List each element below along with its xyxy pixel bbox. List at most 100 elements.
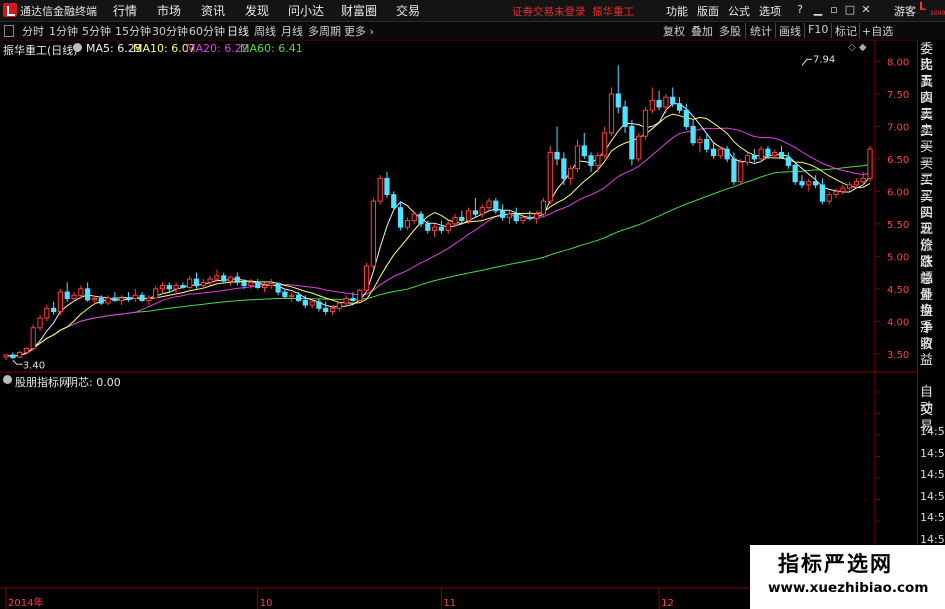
tool-overlay[interactable]: 叠加 bbox=[691, 23, 713, 39]
menu-item-news[interactable]: 资讯 bbox=[201, 2, 225, 19]
candle-body bbox=[527, 216, 533, 220]
candle bbox=[316, 298, 322, 312]
candle-body bbox=[98, 298, 104, 304]
tick-time: 14:56 bbox=[920, 532, 945, 546]
candle bbox=[350, 292, 356, 302]
low-marker-line bbox=[12, 359, 23, 365]
candle-body bbox=[853, 181, 860, 186]
price-tick-label: 6.00 bbox=[887, 187, 909, 198]
quote-label: 收益 bbox=[920, 337, 934, 369]
menu-item-assistant[interactable]: 问小达 bbox=[288, 2, 324, 19]
menu-item-layout[interactable]: 版面 bbox=[697, 3, 719, 19]
candle-body bbox=[391, 194, 397, 209]
period-intraday[interactable]: 分时 bbox=[22, 23, 44, 39]
period-more[interactable]: 更多 › bbox=[344, 23, 374, 39]
kline-chart[interactable]: 3.50 4.00 4.50 5.00 5.50 6.00 6.50 7.00 7.50 8.00… bbox=[0, 40, 917, 609]
candle bbox=[363, 262, 370, 293]
period-multi[interactable]: 多周期 bbox=[308, 23, 341, 39]
candle bbox=[840, 184, 846, 195]
price-tick-label: 6.50 bbox=[887, 155, 909, 166]
period-30min[interactable]: 30分钟 bbox=[152, 23, 188, 39]
candle-body bbox=[261, 285, 268, 289]
menu-item-market[interactable]: 行情 bbox=[113, 2, 137, 19]
indicator-settings-icon[interactable] bbox=[3, 375, 12, 384]
help-icon[interactable]: ? bbox=[794, 4, 806, 16]
maximize-icon[interactable]: □ bbox=[844, 4, 856, 16]
tool-stats[interactable]: 统计 bbox=[750, 23, 772, 39]
candle bbox=[724, 145, 730, 163]
candle-body bbox=[826, 194, 832, 202]
candle bbox=[493, 197, 499, 215]
tool-draw[interactable]: 画线 bbox=[779, 23, 801, 39]
ma60-label: MA60: 6.41 bbox=[240, 42, 303, 55]
candle-body bbox=[397, 207, 404, 228]
candle bbox=[792, 162, 798, 185]
candle-body bbox=[588, 155, 594, 166]
settings-icon[interactable] bbox=[73, 43, 82, 52]
tool-mark[interactable]: 标记 bbox=[835, 23, 857, 39]
candle-body bbox=[568, 168, 574, 179]
period-daily[interactable]: 日线 bbox=[227, 23, 249, 39]
low-price-label: 3.40 bbox=[23, 360, 45, 371]
candle-body bbox=[710, 148, 717, 157]
candle-body bbox=[445, 223, 451, 231]
candle bbox=[670, 87, 676, 107]
candle bbox=[500, 204, 506, 221]
candle-body bbox=[636, 135, 642, 160]
candle-body bbox=[187, 278, 193, 289]
minimize-icon[interactable]: ▁ bbox=[812, 4, 824, 16]
close-icon[interactable]: ✕ bbox=[860, 4, 872, 16]
tool-multi-stock[interactable]: 多股 bbox=[719, 23, 741, 39]
indicator-title: 股朋指标网 bbox=[15, 376, 70, 389]
panel-toggle-icon[interactable] bbox=[4, 25, 14, 37]
price-tick-label: 8.00 bbox=[887, 57, 909, 68]
candle bbox=[846, 181, 853, 192]
tool-add-watchlist[interactable]: +自选 bbox=[862, 23, 893, 39]
period-60min[interactable]: 60分钟 bbox=[189, 23, 225, 39]
period-1min[interactable]: 1分钟 bbox=[49, 23, 78, 39]
price-tick-label: 4.00 bbox=[887, 317, 909, 328]
chart-options-icon[interactable]: ◇ ◆ bbox=[848, 42, 867, 53]
candle bbox=[642, 106, 649, 140]
candle-body bbox=[241, 281, 247, 287]
login-notice[interactable]: 证券交易未登录 振华重工 bbox=[512, 4, 634, 19]
candle-body bbox=[778, 151, 785, 159]
candle bbox=[370, 197, 376, 270]
candle-body bbox=[91, 298, 98, 301]
candle-body bbox=[751, 155, 757, 160]
candle-body bbox=[302, 300, 308, 306]
candle-body bbox=[3, 354, 9, 358]
period-weekly[interactable]: 周线 bbox=[254, 23, 276, 39]
candle bbox=[44, 305, 50, 322]
menu-item-function[interactable]: 功能 bbox=[666, 3, 688, 19]
period-5min[interactable]: 5分钟 bbox=[82, 23, 111, 39]
price-axis: 3.50 4.00 4.50 5.00 5.50 6.00 6.50 7.00 7.50 8.00 bbox=[875, 57, 909, 361]
candle bbox=[10, 352, 16, 359]
period-15min[interactable]: 15分钟 bbox=[115, 23, 151, 39]
menu-item-options[interactable]: 选项 bbox=[759, 3, 781, 19]
tool-adjust[interactable]: 复权 bbox=[663, 23, 685, 39]
candle-body bbox=[37, 317, 43, 329]
candle-body bbox=[166, 285, 172, 290]
candle-body bbox=[193, 278, 200, 287]
candle bbox=[479, 204, 485, 218]
user-guest[interactable]: 游客 bbox=[894, 3, 916, 19]
menu-item-markets[interactable]: 市场 bbox=[157, 2, 181, 19]
restore-icon[interactable]: ▫ bbox=[828, 4, 840, 16]
candle-body bbox=[85, 288, 91, 301]
candle-body bbox=[16, 351, 23, 358]
menu-item-formula[interactable]: 公式 bbox=[728, 3, 750, 19]
period-monthly[interactable]: 月线 bbox=[281, 23, 303, 39]
candle-body bbox=[833, 190, 839, 196]
tick-time: 14:56 bbox=[920, 446, 945, 460]
menu-item-discover[interactable]: 发现 bbox=[245, 2, 269, 19]
menu-item-community[interactable]: 财富圈 bbox=[341, 2, 377, 19]
watermark-title: 指标严选网 bbox=[778, 552, 893, 576]
tool-f10[interactable]: F10 bbox=[808, 23, 828, 36]
price-tick-label: 5.00 bbox=[887, 252, 909, 263]
divider bbox=[745, 23, 746, 38]
menu-item-trade[interactable]: 交易 bbox=[396, 2, 420, 19]
candle bbox=[397, 201, 404, 231]
candle-body bbox=[744, 155, 751, 163]
tick-time: 14:56 bbox=[920, 468, 945, 481]
